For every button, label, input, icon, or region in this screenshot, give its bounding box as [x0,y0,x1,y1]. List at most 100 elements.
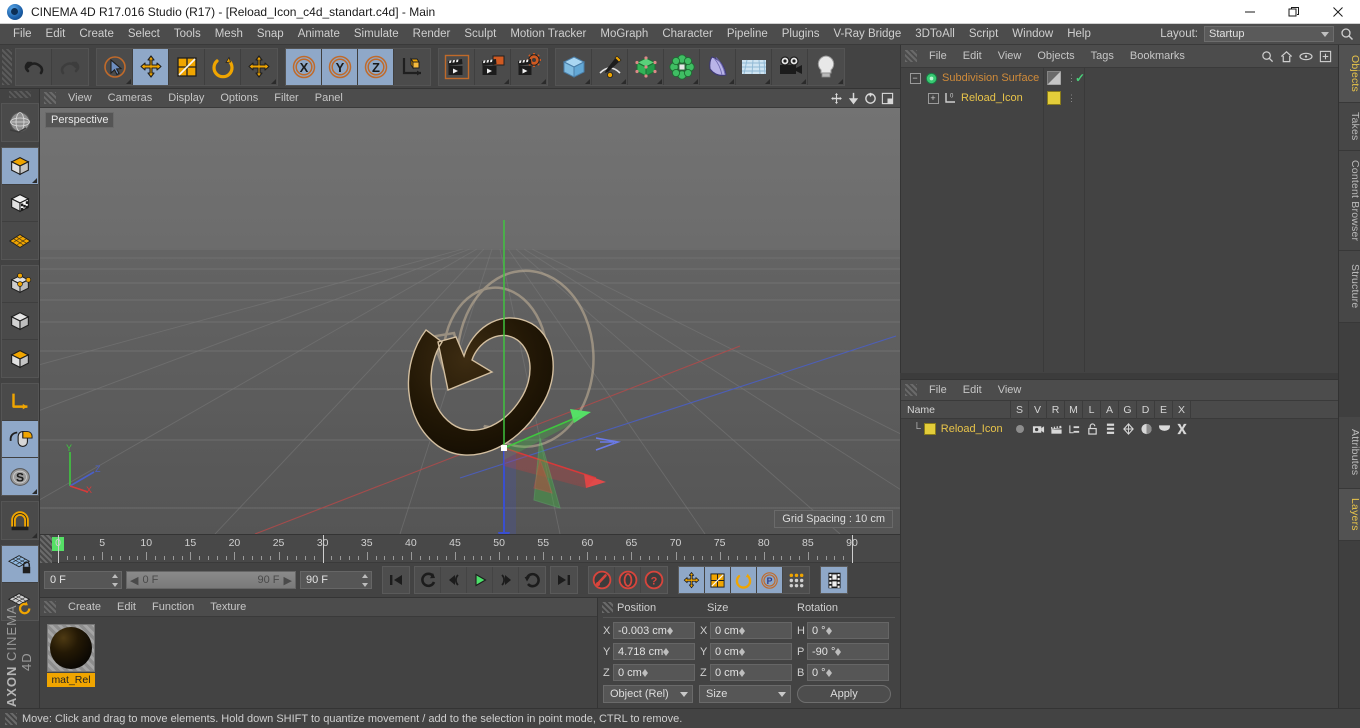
size-y-input[interactable]: 0 cm [710,643,792,660]
cap-icon[interactable] [1155,424,1173,434]
spinner-icon[interactable] [111,574,119,587]
layer-row-reload-icon[interactable]: └ Reload_Icon [901,419,1338,439]
new-layer-icon[interactable] [1319,50,1332,63]
scale-tool-button[interactable] [169,48,205,85]
material-menu-function[interactable]: Function [144,598,202,617]
column-d[interactable]: D [1137,400,1155,419]
toolbar-grip[interactable] [2,48,12,85]
undo-button[interactable] [16,48,52,85]
add-camera-button[interactable] [772,48,808,85]
render-settings-button[interactable] [511,48,547,85]
column-e[interactable]: E [1155,400,1173,419]
step-forward-button[interactable] [493,567,519,593]
spinner-icon[interactable] [361,574,369,587]
polygon-mode-button[interactable] [2,340,38,377]
menu-mesh[interactable]: Mesh [208,24,250,45]
add-nurbs-button[interactable] [628,48,664,85]
viewport-menu-filter[interactable]: Filter [266,89,306,108]
dolly-icon[interactable] [846,91,860,105]
add-array-button[interactable] [664,48,700,85]
tab-structure[interactable]: Structure [1339,251,1360,323]
viewport-menu-options[interactable]: Options [212,89,266,108]
menu-mograph[interactable]: MoGraph [593,24,655,45]
pan-icon[interactable] [829,91,843,105]
column-g[interactable]: G [1119,400,1137,419]
workplane-lock-button[interactable] [1,546,38,583]
move-dynamic-button[interactable] [241,48,277,85]
menu-motion-tracker[interactable]: Motion Tracker [503,24,593,45]
rotation-b-input[interactable]: 0 ° [807,664,889,681]
material-name-label[interactable]: mat_Rel [47,673,95,687]
timeline-playhead[interactable] [322,535,324,563]
rotation-h-input[interactable]: 0 ° [807,622,889,639]
column-s[interactable]: S [1011,400,1029,419]
render-region-button[interactable] [475,48,511,85]
spinner-icon[interactable] [738,647,745,656]
model-mode-button[interactable] [1,148,38,185]
menu-snap[interactable]: Snap [250,24,291,45]
go-to-start-button[interactable] [383,567,409,593]
expander-icon[interactable]: − [906,72,924,84]
apply-button[interactable]: Apply [797,685,891,703]
add-spline-button[interactable] [592,48,628,85]
render-view-button[interactable] [439,48,475,85]
position-y-input[interactable]: 4.718 cm [613,643,695,660]
point-level-animation-button[interactable] [783,567,809,593]
object-row-reload-icon[interactable]: + 0 Reload_Icon ⋮ [901,88,1338,108]
point-mode-button[interactable] [1,266,38,303]
maximize-button[interactable] [1272,0,1316,24]
snap-magnet-button[interactable] [2,502,38,539]
current-frame-field[interactable]: 0 F [44,571,122,589]
menu-simulate[interactable]: Simulate [347,24,406,45]
search-icon[interactable] [1261,50,1274,63]
material-grip[interactable] [44,601,56,613]
parameter-key-button[interactable]: P [757,567,783,593]
live-selection-button[interactable] [97,48,133,85]
column-v[interactable]: V [1029,400,1047,419]
timeline-ruler[interactable]: 051015202530354045505560657075808590 [40,535,900,563]
layer-color-swatch[interactable] [923,423,936,435]
tab-objects[interactable]: Objects [1339,45,1360,103]
make-editable-button[interactable] [2,104,38,141]
spinner-icon[interactable] [666,626,673,635]
spinner-icon[interactable] [825,626,832,635]
scale-key-button[interactable] [705,567,731,593]
play-button[interactable] [467,567,493,593]
menu-sculpt[interactable]: Sculpt [457,24,503,45]
spinner-icon[interactable] [663,647,670,656]
play-backwards-button[interactable] [415,567,441,593]
shade-icon[interactable] [1137,423,1155,435]
column-a[interactable]: A [1101,400,1119,419]
menu-tools[interactable]: Tools [167,24,208,45]
viewport-3d-canvas[interactable]: Perspective Y Z X Grid Spacing : 10 cm [40,108,900,534]
objmgr-menu-tags[interactable]: Tags [1083,45,1122,68]
coordinate-system-button[interactable] [394,48,430,85]
material-menu-texture[interactable]: Texture [202,598,254,617]
size-z-input[interactable]: 0 cm [710,664,792,681]
viewport-menu-view[interactable]: View [60,89,100,108]
axis-modification-button[interactable] [1,384,38,421]
viewport-menu-display[interactable]: Display [160,89,212,108]
lock-z-axis-button[interactable]: Z [358,48,394,85]
viewport-menu-cameras[interactable]: Cameras [100,89,161,108]
column-m[interactable]: M [1065,400,1083,419]
objmgr-menu-objects[interactable]: Objects [1029,45,1082,68]
home-icon[interactable] [1280,50,1293,63]
close-button[interactable] [1316,0,1360,24]
object-tree[interactable]: − Subdivision Surface ⋮ ✓ + 0 Reload_Ico… [901,68,1338,372]
menu-plugins[interactable]: Plugins [775,24,827,45]
material-menu-create[interactable]: Create [60,598,109,617]
rotation-p-input[interactable]: -90 ° [807,643,889,660]
column-name[interactable]: Name [901,400,1011,419]
material-menu-edit[interactable]: Edit [109,598,144,617]
spinner-icon[interactable] [738,668,745,677]
layer-manager-grip[interactable] [905,384,917,396]
timeline-playhead[interactable] [58,535,59,563]
objmgr-menu-edit[interactable]: Edit [955,45,990,68]
position-key-button[interactable] [679,567,705,593]
x-dynamic-icon[interactable] [1173,423,1191,435]
enabled-check-icon[interactable]: ✓ [1075,71,1085,85]
search-icon[interactable] [1338,25,1356,43]
menu-create[interactable]: Create [72,24,121,45]
position-x-input[interactable]: -0.003 cm [613,622,695,639]
